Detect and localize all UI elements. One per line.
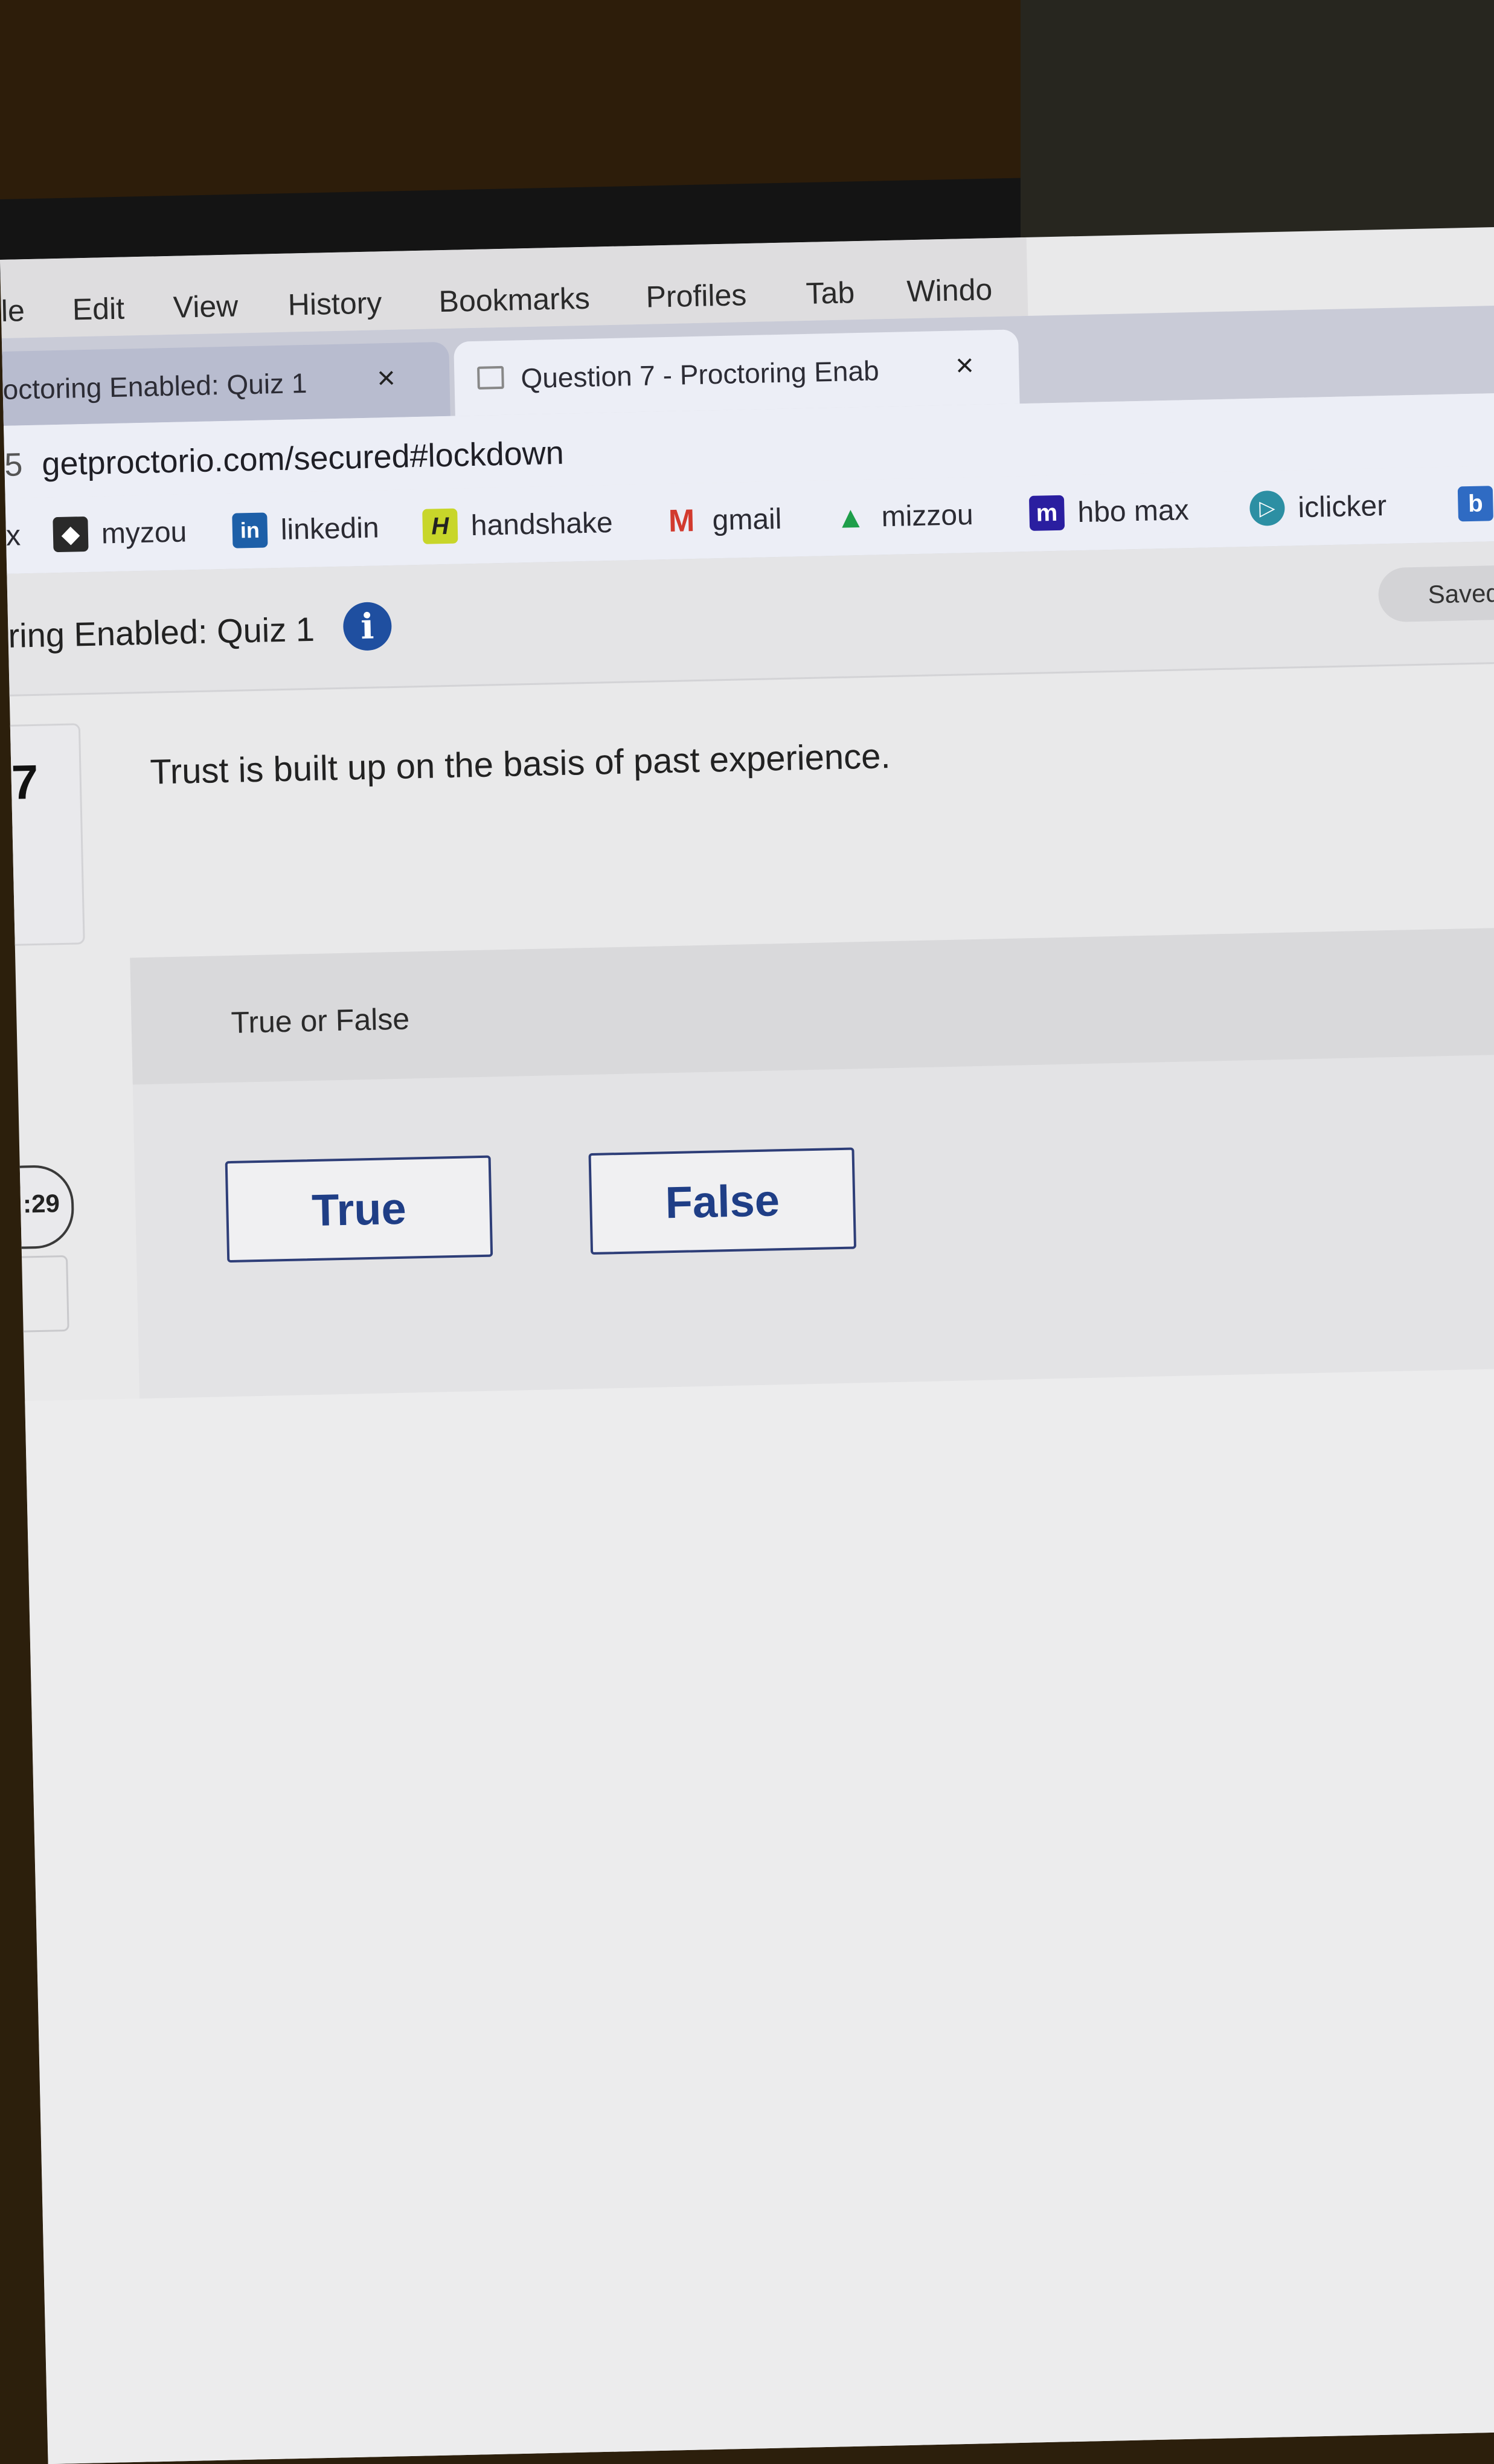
gmail-icon: M: [668, 503, 695, 539]
bookmark-gmail[interactable]: M gmail: [664, 500, 782, 541]
info-icon[interactable]: i: [342, 602, 393, 651]
bookmark-label: mizzou: [881, 498, 974, 533]
browser-screen: le Edit View History Bookmarks Profiles …: [0, 227, 1494, 2464]
tab-title: octoring Enabled: Quiz 1: [2, 367, 307, 405]
menu-history[interactable]: History: [287, 285, 382, 322]
bookmark-cut-off[interactable]: x: [5, 516, 21, 555]
tab-title: Question 7 - Proctoring Enab: [520, 355, 880, 394]
bookmark-label: gmail: [712, 503, 782, 536]
page-icon: [477, 365, 504, 390]
bookmark-label: iclicker: [1297, 489, 1387, 524]
answer-type-label: True or False: [231, 1002, 410, 1040]
myzou-tiger-icon: ◆: [53, 516, 89, 553]
false-button[interactable]: False: [588, 1147, 857, 1255]
side-box[interactable]: [9, 1255, 69, 1333]
question-text: Trust is built up on the basis of past e…: [149, 736, 891, 792]
question-number: 7: [10, 754, 39, 809]
bookmark-hbo-max[interactable]: m hbo max: [1028, 491, 1190, 533]
url-text[interactable]: getproctorio.com/secured#lockdown: [42, 434, 565, 483]
url-prefix: 5: [4, 446, 24, 483]
answer-panel: True or False True False: [130, 927, 1494, 1399]
menu-window[interactable]: Windo: [906, 272, 993, 309]
bookmark-label: handshake: [470, 506, 614, 542]
menu-edit[interactable]: Edit: [72, 291, 124, 327]
close-icon[interactable]: ×: [955, 347, 975, 384]
hbo-max-icon: m: [1028, 495, 1065, 531]
menu-view[interactable]: View: [173, 288, 239, 324]
bookmark-label: linkedin: [280, 511, 380, 546]
timer-text: :29: [22, 1189, 60, 1218]
menu-bookmarks[interactable]: Bookmarks: [438, 281, 590, 319]
b-icon: b: [1457, 486, 1494, 522]
bookmark-b[interactable]: b: [1457, 484, 1494, 524]
bookmark-myzou[interactable]: ◆ myzou: [53, 512, 187, 554]
close-icon[interactable]: ×: [377, 360, 396, 397]
answer-panel-header: True or False: [130, 927, 1494, 1085]
bookmark-label: hbo max: [1077, 494, 1190, 529]
saved-status-pill: Saved: [1377, 564, 1494, 623]
empty-content-area: [25, 1368, 1494, 2464]
true-button[interactable]: True: [225, 1155, 493, 1263]
linkedin-icon: in: [232, 512, 268, 548]
tab-quiz-1[interactable]: octoring Enabled: Quiz 1 ×: [0, 341, 450, 426]
bookmark-handshake[interactable]: H handshake: [422, 503, 613, 546]
menu-profiles[interactable]: Profiles: [646, 277, 747, 315]
google-drive-icon: ▲: [835, 500, 866, 535]
saved-status-text: Saved: [1428, 578, 1494, 609]
bookmark-label: myzou: [101, 515, 187, 550]
quiz-title: ring Enabled: Quiz 1: [7, 610, 315, 655]
bookmark-linkedin[interactable]: in linkedin: [232, 508, 379, 550]
menu-tab[interactable]: Tab: [806, 275, 855, 311]
tab-question-7[interactable]: Question 7 - Proctoring Enab ×: [454, 329, 1020, 416]
bookmark-mizzou[interactable]: ▲ mizzou: [833, 495, 973, 537]
iclicker-icon: ▷: [1249, 490, 1286, 526]
bookmark-iclicker[interactable]: ▷ iclicker: [1249, 486, 1387, 528]
menu-file[interactable]: le: [1, 293, 25, 329]
timer-badge: :29: [0, 1164, 75, 1250]
bookmark-label: x: [5, 519, 21, 552]
handshake-icon: H: [422, 508, 458, 544]
